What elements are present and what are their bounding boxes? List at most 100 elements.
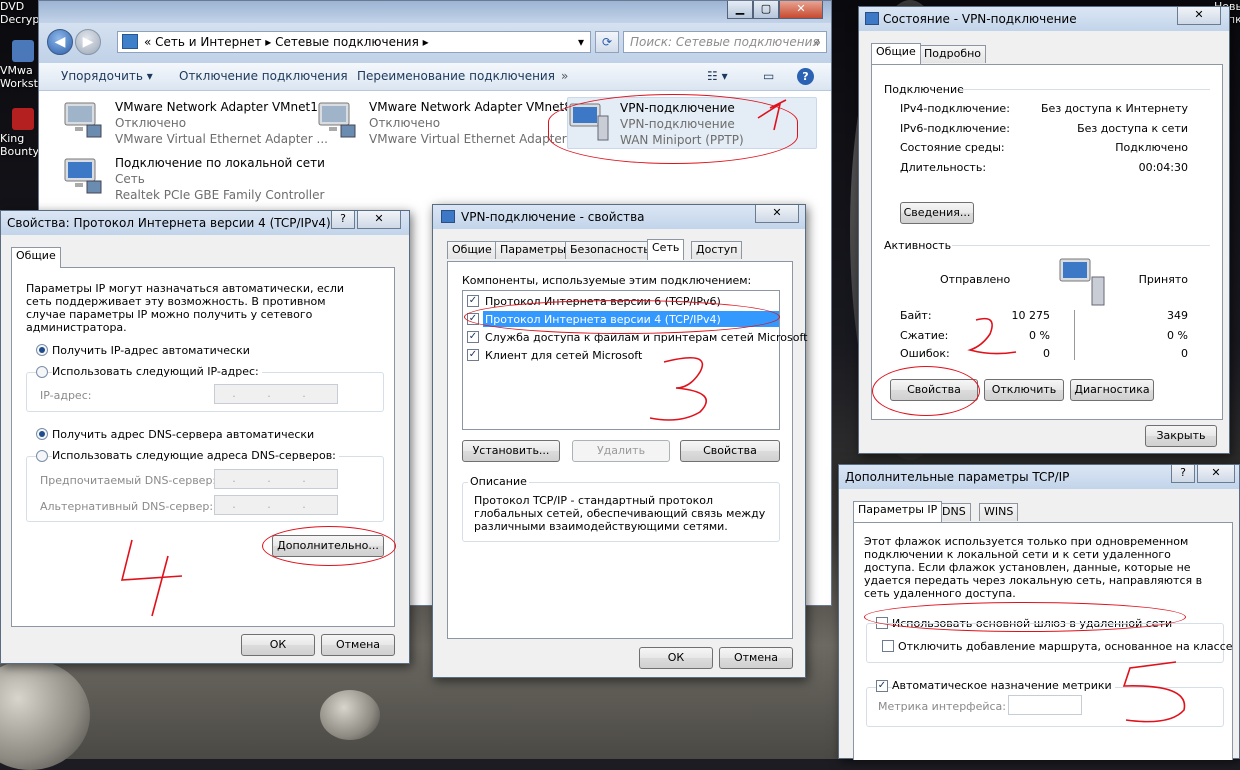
breadcrumb-network[interactable]: Сеть и Интернет (155, 35, 261, 49)
ok-button[interactable]: ОК (639, 647, 713, 669)
tab-security[interactable]: Безопасность (565, 241, 655, 259)
component-checkbox[interactable]: ✓ (467, 295, 479, 307)
preferred-dns-input[interactable]: . . . (214, 469, 338, 489)
back-button[interactable]: ◀ (47, 29, 73, 55)
tab-access[interactable]: Доступ (691, 241, 743, 259)
component-item[interactable]: Клиент для сетей Microsoft (485, 349, 642, 362)
duration-label: Длительность: (900, 161, 987, 174)
dropdown-arrow-icon[interactable]: ▾ (578, 32, 584, 52)
tab-general[interactable]: Общие (11, 247, 61, 268)
details-button[interactable]: Сведения... (900, 202, 974, 224)
annotation-circle (864, 602, 1186, 632)
skull-decoration (320, 690, 380, 740)
cancel-button[interactable]: Отмена (719, 647, 793, 669)
minimize-button[interactable]: ▁ (727, 1, 753, 19)
annotation-circle (464, 300, 780, 334)
alternate-dns-label: Альтернативный DNS-сервер: (40, 500, 214, 513)
diagnose-button[interactable]: Диагностика (1070, 379, 1154, 401)
tab-ip-settings[interactable]: Параметры IP (853, 501, 943, 522)
ok-button[interactable]: ОК (241, 634, 315, 656)
media-state-label: Состояние среды: (900, 141, 1005, 154)
bytes-received-value: 349 (1167, 309, 1188, 322)
dns-auto-radio[interactable] (36, 428, 48, 440)
dialog-title: VPN-подключение - свойства (433, 205, 805, 229)
vpn-icon (441, 210, 455, 223)
game-icon (12, 108, 34, 130)
adapter-local-network[interactable]: Подключение по локальной сети Сеть Realtek… (63, 153, 325, 205)
organize-menu[interactable]: Упорядочить ▾ (61, 68, 153, 84)
dns-auto-label: Получить адрес DNS-сервера автоматически (52, 428, 315, 441)
tab-general[interactable]: Общие (871, 43, 921, 64)
breadcrumb: « Сеть и Интернет ▸ Сетевые подключения … (144, 35, 429, 49)
bytes-sent-value: 10 275 (1011, 309, 1051, 322)
remove-button[interactable]: Удалить (572, 440, 670, 462)
view-options-icon[interactable]: ☷ ▾ (707, 68, 728, 84)
ip-settings-panel: Этот флажок используется только при одно… (853, 522, 1233, 760)
cancel-button[interactable]: Отмена (321, 634, 395, 656)
errors-sent-value: 0 (1043, 347, 1050, 360)
ip-manual-radio[interactable] (36, 366, 48, 378)
close-button[interactable]: ✕ (1177, 7, 1221, 25)
ipv4-connectivity-label: IPv4-подключение: (900, 102, 1010, 115)
adapter-vmnet1[interactable]: VMware Network Adapter VMnet1 Отключено VM… (63, 97, 328, 149)
description-text: Протокол TCP/IP - стандартный протокол г… (474, 494, 766, 533)
rename-connection-button[interactable]: Переименование подключения (357, 68, 555, 84)
ipv4-connectivity-value: Без доступа к Интернету (1041, 102, 1188, 115)
close-button[interactable]: ✕ (357, 211, 401, 229)
class-route-checkbox[interactable] (882, 640, 894, 652)
vmware-icon (12, 40, 34, 62)
forward-button[interactable]: ▶ (75, 29, 101, 55)
dns-manual-radio[interactable] (36, 450, 48, 462)
help-icon[interactable]: ? (797, 68, 814, 85)
ip-manual-label: Использовать следующий IP-адрес: (52, 365, 262, 378)
tab-details[interactable]: Подробно (919, 45, 987, 63)
close-button[interactable]: ✕ (755, 205, 799, 223)
connection-section-label: Подключение (884, 83, 964, 96)
ipv6-connectivity-label: IPv6-подключение: (900, 122, 1010, 135)
tab-general[interactable]: Общие (447, 241, 497, 259)
properties-button[interactable]: Свойства (680, 440, 780, 462)
close-button[interactable]: ✕ (1197, 465, 1235, 483)
component-checkbox[interactable]: ✓ (467, 331, 479, 343)
duration-value: 00:04:30 (1138, 161, 1188, 174)
tab-network[interactable]: Сеть (647, 239, 685, 260)
vpn-icon (865, 12, 879, 25)
interface-metric-input[interactable] (1008, 695, 1082, 715)
tab-parameters[interactable]: Параметры (495, 241, 571, 259)
ip-address-label: IP-адрес: (40, 389, 92, 402)
adapter-vmnet8[interactable]: VMware Network Adapter VMnet8 Отключено VM… (317, 97, 582, 149)
help-button[interactable]: ? (1171, 465, 1195, 483)
close-button[interactable]: ✕ (779, 1, 823, 19)
close-dialog-button[interactable]: Закрыть (1145, 425, 1217, 447)
component-checkbox[interactable]: ✓ (467, 349, 479, 361)
install-button[interactable]: Установить... (462, 440, 560, 462)
divider (960, 89, 1210, 90)
alternate-dns-input[interactable]: . . . (214, 495, 338, 515)
tab-wins[interactable]: WINS (979, 503, 1019, 521)
refresh-button[interactable]: ⟳ (595, 31, 619, 53)
dialog-title: Состояние - VPN-подключение (859, 7, 1229, 31)
more-icon[interactable]: » (561, 68, 568, 84)
search-icon: ⌕ (814, 35, 821, 49)
received-label: Принято (1138, 273, 1188, 286)
activity-section-label: Активность (884, 239, 952, 252)
auto-metric-checkbox[interactable]: ✓ (876, 680, 888, 692)
disconnect-button[interactable]: Отключить (984, 379, 1064, 401)
maximize-button[interactable]: ▢ (753, 1, 779, 19)
preview-pane-icon[interactable]: ▭ (763, 68, 774, 84)
disable-connection-button[interactable]: Отключение подключения (179, 68, 348, 84)
vpn-properties-dialog: VPN-подключение - свойства ✕ Общие Парам… (432, 204, 807, 678)
ipv6-connectivity-value: Без доступа к сети (1077, 122, 1188, 135)
ip-auto-radio[interactable] (36, 344, 48, 356)
sent-label: Отправлено (940, 273, 1011, 286)
divider (952, 245, 1210, 246)
network-adapter-icon (318, 102, 356, 138)
address-bar[interactable]: « Сеть и Интернет ▸ Сетевые подключения … (117, 31, 591, 53)
media-state-value: Подключено (1115, 141, 1188, 154)
search-input[interactable]: Поиск: Сетевые подключения ⌕ (623, 31, 827, 53)
ip-address-input[interactable]: . . . (214, 384, 338, 404)
components-label: Компоненты, используемые этим подключени… (462, 274, 752, 287)
network-activity-icon (1059, 258, 1105, 306)
help-button[interactable]: ? (331, 211, 355, 229)
breadcrumb-connections[interactable]: Сетевые подключения (275, 35, 419, 49)
